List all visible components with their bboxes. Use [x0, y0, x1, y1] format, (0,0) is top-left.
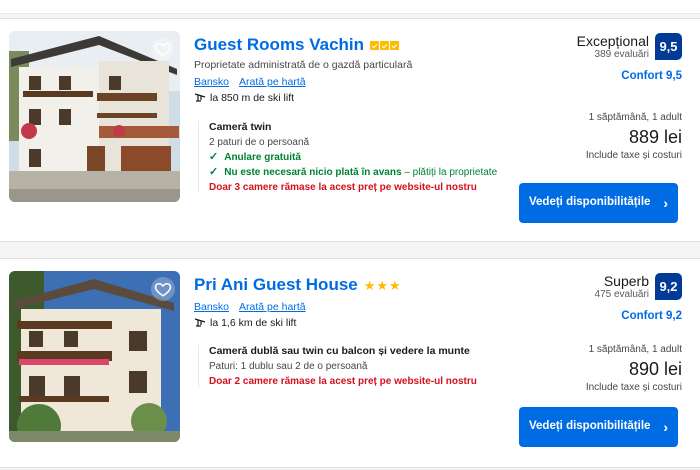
ski-lift-icon — [194, 318, 206, 327]
heart-icon — [154, 42, 172, 57]
property-info: Pri Ani Guest House ★ ★ ★ Bansko Arată p… — [194, 275, 494, 329]
taxes-note: Include taxe și costuri — [585, 382, 682, 393]
score-word: Excepțional — [576, 33, 649, 49]
score-badge: 9,5 — [655, 33, 682, 60]
comfort-score: Confort 9,5 — [621, 70, 682, 82]
room-type: Cameră twin — [209, 121, 272, 133]
location-link[interactable]: Bansko — [194, 76, 229, 88]
review-and-price: Excepțional 389 evaluări 9,5 Confort 9,5… — [512, 33, 682, 161]
property-name-link[interactable]: Pri Ani Guest House — [194, 275, 358, 295]
taxes-note: Include taxe și costuri — [585, 150, 682, 161]
stay-length: 1 săptămână, 1 adult — [588, 344, 682, 355]
property-card: Pri Ani Guest House ★ ★ ★ Bansko Arată p… — [0, 258, 700, 468]
star-icon: ★ — [363, 277, 376, 293]
star-icon: ★ — [389, 277, 401, 293]
check-icon: ✓ — [209, 166, 219, 178]
location-link[interactable]: Bansko — [194, 301, 229, 313]
perk-text: Nu este necesară nicio plată în avans — [224, 167, 402, 178]
ski-lift-distance: la 850 m de ski lift — [194, 92, 494, 104]
star-rating: ★ ★ ★ — [364, 279, 401, 292]
property-name-link[interactable]: Guest Rooms Vachin — [194, 35, 364, 55]
search-results-page: Guest Rooms Vachin Proprietate administr… — [0, 0, 700, 470]
ski-lift-distance: la 1,6 km de ski lift — [194, 317, 494, 329]
heart-icon — [154, 282, 172, 297]
score-badge: 9,2 — [655, 273, 682, 300]
quality-rating — [370, 40, 400, 50]
host-type: Proprietate administrată de o gazdă part… — [194, 59, 413, 71]
star-icon: ★ — [376, 277, 389, 293]
previous-card-edge — [0, 0, 700, 14]
comfort-score: Confort 9,2 — [621, 310, 682, 322]
chevron-right-icon: › — [663, 419, 668, 435]
chevron-right-icon: › — [663, 195, 668, 211]
property-photo[interactable] — [9, 271, 180, 442]
ski-lift-icon — [194, 93, 206, 102]
quality-square-icon — [370, 40, 380, 50]
review-score[interactable]: Excepțional 389 evaluări 9,5 — [512, 33, 682, 60]
scarcity-message: Doar 2 camere rămase la acest preț pe we… — [209, 376, 477, 387]
property-photo[interactable] — [9, 31, 180, 202]
room-details: Cameră dublă sau twin cu balcon și veder… — [198, 345, 508, 387]
see-availability-button[interactable]: Vedeți disponibilitățile › — [519, 183, 678, 223]
score-word: Superb — [603, 273, 649, 289]
perk-text: Anulare gratuită — [224, 152, 301, 163]
see-availability-button[interactable]: Vedeți disponibilitățile › — [519, 407, 678, 447]
bed-info: Paturi: 1 dublu sau 2 de o persoană — [209, 361, 368, 372]
review-score[interactable]: Superb 475 evaluări 9,2 — [512, 273, 682, 300]
review-count: 475 evaluări — [594, 289, 649, 300]
no-prepayment: ✓ Nu este necesară nicio plată în avans … — [209, 166, 498, 179]
perk-detail: – plătiți la proprietate — [404, 167, 498, 178]
property-info: Guest Rooms Vachin Proprietate administr… — [194, 35, 494, 104]
room-details: Cameră twin 2 paturi de o persoană ✓ Anu… — [198, 121, 498, 193]
review-count: 389 evaluări — [594, 49, 649, 60]
save-heart-button[interactable] — [151, 277, 175, 301]
price: 889 lei — [628, 127, 682, 147]
scarcity-message: Doar 3 camere rămase la acest preț pe we… — [209, 182, 477, 193]
distance-text: la 1,6 km de ski lift — [210, 317, 297, 329]
stay-length: 1 săptămână, 1 adult — [588, 112, 682, 123]
button-label: Vedeți disponibilitățile — [529, 196, 651, 209]
button-label: Vedeți disponibilitățile — [529, 420, 651, 433]
save-heart-button[interactable] — [151, 37, 175, 61]
check-icon: ✓ — [209, 151, 219, 163]
review-and-price: Superb 475 evaluări 9,2 Confort 9,2 1 să… — [512, 273, 682, 393]
property-card: Guest Rooms Vachin Proprietate administr… — [0, 18, 700, 242]
free-cancellation: ✓ Anulare gratuită — [209, 151, 498, 164]
show-on-map-link[interactable]: Arată pe hartă — [239, 301, 306, 313]
show-on-map-link[interactable]: Arată pe hartă — [239, 76, 306, 88]
room-type: Cameră dublă sau twin cu balcon și veder… — [209, 345, 470, 357]
bed-info: 2 paturi de o persoană — [209, 137, 310, 148]
quality-square-icon — [390, 40, 400, 50]
price: 890 lei — [628, 359, 682, 379]
distance-text: la 850 m de ski lift — [210, 92, 295, 104]
quality-square-icon — [380, 40, 390, 50]
